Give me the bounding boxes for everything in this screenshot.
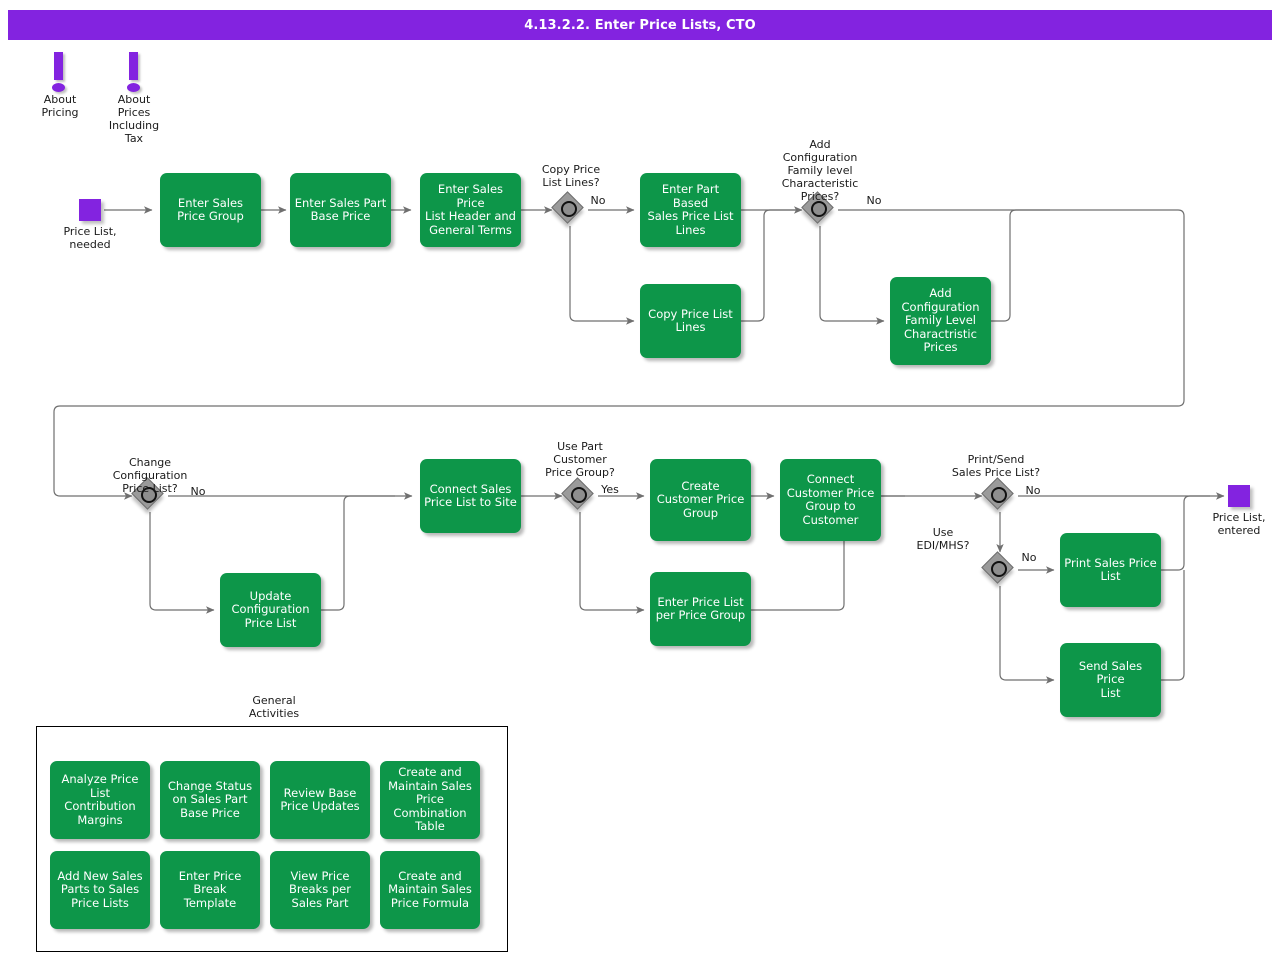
start-event-label: Price List, needed [63,225,117,251]
task-create-and-maintain-sales-price-combination-table[interactable]: Create and Maintain Sales Price Combinat… [380,761,480,839]
task-connect-customer-price-group-to-customer[interactable]: Connect Customer Price Group to Customer [780,459,881,541]
task-send-sales-price-list[interactable]: Send Sales Price List [1060,643,1161,717]
exclamation-dot-icon [52,83,65,92]
info-marker-about-prices-including-tax-label: About Prices Including Tax [108,93,160,145]
gateway-use-part-customer-question: Use Part Customer Price Group? [545,440,615,479]
gateway-add-configuration-question: Add Configuration Family level Character… [781,138,859,203]
diagram-canvas: 4.13.2.2. Enter Price Lists, CTO About P… [0,0,1280,960]
task-add-configuration-family-level-charactristic-prices[interactable]: Add Configuration Family Level Charactri… [890,277,991,365]
gateway-ring-icon [990,560,1007,577]
gateway-copy-price-list-lines-question: Copy Price List Lines? [541,163,601,189]
exclamation-icon [129,52,138,80]
end-event-label: Price List, entered [1212,511,1266,537]
gateway-ring-icon [570,486,587,503]
general-activities-title: General Activities [248,694,300,720]
task-change-status-on-sales-part-base-price[interactable]: Change Status on Sales Part Base Price [160,761,260,839]
diagram-title-bar: 4.13.2.2. Enter Price Lists, CTO [8,10,1272,40]
gateway-print-send-branch-label: No [1025,484,1041,497]
task-create-customer-price-group[interactable]: Create Customer Price Group [650,459,751,541]
task-enter-sales-price-group[interactable]: Enter Sales Price Group [160,173,261,247]
task-enter-sales-price-list-header-and-general-terms[interactable]: Enter Sales Price List Header and Genera… [420,173,521,247]
task-add-new-sales-parts-to-sales-price-lists[interactable]: Add New Sales Parts to Sales Price Lists [50,851,150,929]
exclamation-icon [54,52,63,80]
gateway-print-send-sales-price-list[interactable] [981,477,1015,511]
task-print-sales-price-list[interactable]: Print Sales Price List [1060,533,1161,607]
task-copy-price-list-lines[interactable]: Copy Price List Lines [640,284,741,358]
task-enter-sales-part-base-price[interactable]: Enter Sales Part Base Price [290,173,391,247]
gateway-copy-price-list-lines-branch-label: No [590,194,606,207]
gateway-use-part-customer-price-group[interactable] [561,477,595,511]
exclamation-dot-icon [127,83,140,92]
task-review-base-price-updates[interactable]: Review Base Price Updates [270,761,370,839]
gateway-add-configuration-branch-label: No [866,194,882,207]
task-create-and-maintain-sales-price-formula[interactable]: Create and Maintain Sales Price Formula [380,851,480,929]
gateway-ring-icon [560,200,577,217]
end-event-price-list-entered[interactable] [1228,485,1250,507]
task-enter-price-break-template[interactable]: Enter Price Break Template [160,851,260,929]
gateway-ring-icon [990,486,1007,503]
gateway-change-configuration-branch-label: No [190,485,206,498]
page-title: 4.13.2.2. Enter Price Lists, CTO [524,17,756,33]
task-enter-part-based-sales-price-list-lines[interactable]: Enter Part Based Sales Price List Lines [640,173,741,247]
task-update-configuration-price-list[interactable]: Update Configuration Price List [220,573,321,647]
task-view-price-breaks-per-sales-part[interactable]: View Price Breaks per Sales Part [270,851,370,929]
task-connect-sales-price-list-to-site[interactable]: Connect Sales Price List to Site [420,459,521,533]
gateway-print-send-question: Print/Send Sales Price List? [951,453,1041,479]
gateway-use-edi-mhs-question: Use EDI/MHS? [916,526,970,552]
gateway-use-edi-mhs-branch-label: No [1021,551,1037,564]
gateway-use-part-customer-branch-label: Yes [601,483,619,496]
task-enter-price-list-per-price-group[interactable]: Enter Price List per Price Group [650,572,751,646]
task-analyze-price-list-contribution-margins[interactable]: Analyze Price List Contribution Margins [50,761,150,839]
start-event-price-list-needed[interactable] [79,199,101,221]
